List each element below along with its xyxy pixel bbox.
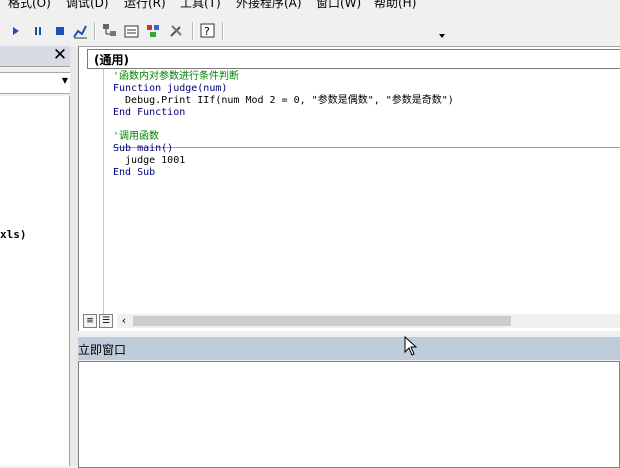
scrollbar-thumb[interactable] [133, 316, 511, 326]
chevron-down-icon: ▼ [61, 76, 68, 85]
code-line: Debug.Print IIf(num Mod 2 = 0, "参数是偶数", … [113, 95, 454, 106]
properties-icon[interactable] [124, 23, 140, 39]
mouse-cursor-icon [404, 336, 418, 356]
svg-text:?: ? [204, 25, 210, 38]
menu-bar: 格式(O) 调试(D) 运行(R) 工具(T) 外接程序(A) 窗口(W) 帮助… [0, 0, 620, 12]
menu-addins[interactable]: 外接程序(A) [236, 0, 302, 10]
object-combo-label: (通用) [94, 53, 129, 67]
procedure-separator [113, 147, 620, 148]
project-tree[interactable] [0, 96, 70, 466]
stop-icon[interactable] [52, 23, 68, 39]
menu-tools[interactable]: 工具(T) [180, 0, 221, 10]
full-module-view-icon[interactable]: ☰ [99, 314, 113, 328]
help-icon[interactable]: ? [200, 23, 216, 39]
menu-debug[interactable]: 调试(D) [66, 0, 109, 10]
code-line: Sub main() [113, 143, 174, 154]
toolbar-options-icon[interactable] [434, 28, 450, 44]
code-line: End Function [113, 107, 186, 118]
pause-icon[interactable] [30, 23, 46, 39]
menu-run[interactable]: 运行(R) [124, 0, 166, 10]
menu-format[interactable]: 格式(O) [8, 0, 51, 10]
standard-toolbar: ? [0, 18, 620, 47]
code-margin[interactable] [87, 69, 104, 315]
object-combo[interactable]: (通用) [87, 49, 620, 69]
immediate-window-title: 立即窗口 [78, 343, 127, 357]
code-line: Function judge(num) [113, 83, 228, 94]
menu-help[interactable]: 帮助(H) [374, 0, 416, 10]
panel-splitter[interactable] [70, 46, 78, 466]
code-line: '调用函数 [113, 131, 160, 142]
project-tree-item[interactable]: xls) [0, 228, 27, 241]
immediate-window-titlebar: 立即窗口 [78, 337, 620, 360]
design-mode-icon[interactable] [72, 23, 88, 39]
code-editor[interactable]: '函数内对参数进行条件判断 Function judge(num) Debug.… [113, 71, 620, 315]
project-selector[interactable]: ▼ [0, 72, 71, 94]
menu-window[interactable]: 窗口(W) [316, 0, 361, 10]
code-line: judge 1001 [113, 155, 186, 166]
procedure-view-icon[interactable]: ≡ [83, 314, 97, 328]
run-icon[interactable] [8, 23, 24, 39]
scroll-left-icon[interactable]: ‹ [117, 314, 131, 328]
object-browser-icon[interactable] [146, 23, 162, 39]
horizontal-scrollbar[interactable]: ‹ [117, 314, 620, 328]
toolbox-icon[interactable] [168, 23, 184, 39]
project-explorer-icon[interactable] [102, 23, 118, 39]
close-icon[interactable]: ✕ [52, 46, 68, 64]
code-line: End Sub [113, 167, 156, 178]
code-line: '函数内对参数进行条件判断 [113, 71, 240, 82]
immediate-window[interactable] [78, 361, 620, 468]
code-window: (通用) '函数内对参数进行条件判断 Function judge(num) D… [78, 46, 620, 331]
